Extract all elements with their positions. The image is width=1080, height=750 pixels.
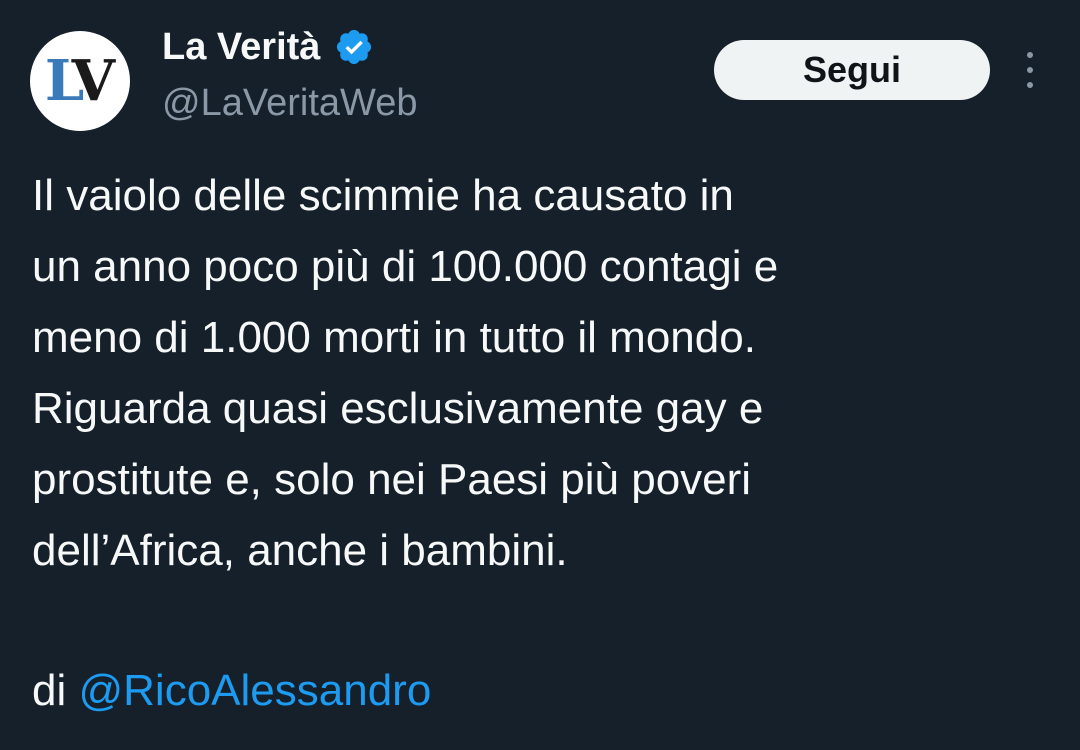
author-display-name[interactable]: La Verità: [162, 24, 320, 70]
tweet-text-line: Riguarda quasi esclusivamente gay e: [32, 384, 764, 433]
tweet-byline: di @RicoAlessandro: [32, 655, 431, 726]
mention-link[interactable]: @RicoAlessandro: [78, 666, 431, 715]
tweet-text-line: meno di 1.000 morti in tutto il mondo.: [32, 313, 756, 362]
tweet-card: LV La Verità @LaVeritaWeb Segui Il vaiol…: [0, 0, 1080, 750]
tweet-text-line: prostitute e, solo nei Paesi più poveri: [32, 455, 752, 504]
more-dot: [1027, 52, 1033, 58]
tweet-text-line: dell’Africa, anche i bambini.: [32, 526, 568, 575]
verified-badge-icon: [337, 29, 372, 65]
more-dot: [1027, 67, 1033, 73]
tweet-text-line: Il vaiolo delle scimmie ha causato in: [32, 171, 734, 220]
avatar-logo: LV: [44, 48, 115, 114]
byline-prefix: di: [32, 666, 67, 715]
more-dot: [1027, 82, 1033, 88]
author-handle[interactable]: @LaVeritaWeb: [162, 80, 417, 126]
tweet-text: Il vaiolo delle scimmie ha causato in un…: [32, 160, 1042, 586]
avatar[interactable]: LV: [30, 31, 130, 131]
follow-button[interactable]: Segui: [714, 40, 990, 100]
tweet-text-line: un anno poco più di 100.000 contagi e: [32, 242, 779, 291]
more-vertical-icon[interactable]: [1020, 52, 1040, 88]
author-name-row: La Verità: [162, 24, 374, 70]
